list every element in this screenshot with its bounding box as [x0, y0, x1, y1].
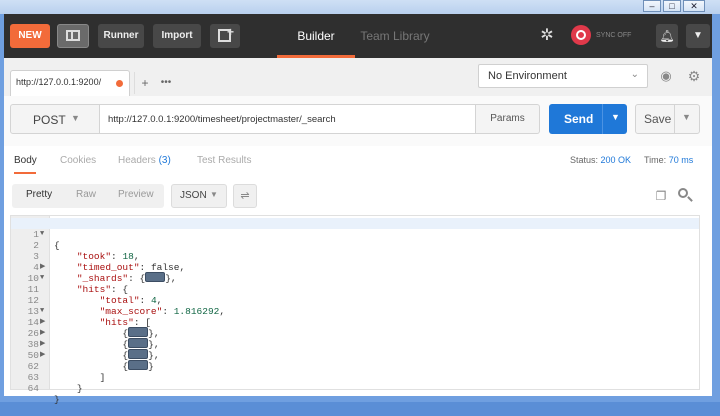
chevron-down-icon: ▼	[71, 113, 80, 123]
code-line: 13 ▼ "hits": [	[27, 306, 151, 328]
tab-body[interactable]: Body	[14, 155, 37, 166]
code-line: 62 ]	[27, 361, 106, 383]
add-tab-button[interactable]: +	[134, 72, 155, 94]
maximize-button[interactable]: □	[663, 0, 681, 12]
code-line: 1 ▼ {	[11, 218, 699, 251]
code-line: 38 ▶ {},	[27, 339, 160, 361]
save-options-chevron-icon[interactable]: ▼	[682, 112, 691, 122]
bell-icon[interactable]: 🔔︎	[656, 24, 678, 48]
tab-team-library[interactable]: Team Library	[355, 14, 435, 58]
url-input[interactable]	[100, 104, 476, 134]
code-line: 64 }	[27, 383, 60, 405]
code-line: 4 ▶ "_shards": {},	[33, 262, 177, 284]
status-value: 200 OK	[600, 155, 632, 165]
code-line: 26 ▶ {},	[27, 328, 160, 350]
app-header: NEW Runner Import + Builder Team Library…	[4, 14, 712, 58]
unsaved-dot-icon	[116, 80, 123, 87]
send-options-chevron-icon[interactable]: ▼	[611, 112, 620, 122]
chevron-down-icon: ▼	[210, 190, 218, 199]
copy-icon[interactable]: ❐	[652, 187, 670, 205]
view-raw[interactable]: Raw	[76, 189, 96, 200]
response-status: Status: 200 OK	[570, 155, 632, 165]
toggle-sidebar-button[interactable]	[57, 24, 89, 48]
window-titlebar	[0, 0, 720, 14]
params-button[interactable]: Params	[476, 104, 540, 134]
interceptor-icon[interactable]: ✲	[537, 26, 557, 46]
window-frame-bottom	[0, 396, 720, 402]
new-button[interactable]: NEW	[10, 24, 50, 48]
code-line: 12 "max_score": 1.816292,	[27, 295, 226, 317]
sync-icon[interactable]	[571, 25, 591, 45]
response-tabs: Body Cookies Headers (3) Test Results St…	[4, 146, 712, 176]
save-label: Save	[644, 112, 672, 126]
sync-status-label: SYNC OFF	[596, 32, 632, 39]
headers-count: (3)	[158, 155, 171, 166]
request-tab-title: http://127.0.0.1:9200/	[16, 77, 102, 87]
more-tabs-button[interactable]: •••	[154, 72, 178, 94]
method-label: POST	[33, 113, 66, 127]
view-preview[interactable]: Preview	[118, 189, 154, 200]
chevron-down-icon[interactable]: ▼	[686, 24, 710, 48]
code-line: 2 "took": 18,	[33, 240, 140, 262]
tab-test-results[interactable]: Test Results	[197, 155, 251, 166]
code-line: 14 ▶ {},	[27, 317, 160, 339]
request-tab[interactable]: http://127.0.0.1:9200/	[10, 70, 130, 96]
response-toolbar: Pretty Raw Preview JSON ▼ ⇌ ❐	[4, 176, 712, 214]
format-select[interactable]: JSON ▼	[171, 184, 227, 208]
time-value: 70 ms	[668, 155, 694, 165]
save-button[interactable]: Save ▼	[635, 104, 700, 134]
view-mode-group: Pretty Raw Preview	[12, 184, 164, 208]
code-line: 11 "total": 4,	[27, 284, 163, 306]
format-label: JSON	[180, 190, 207, 201]
eye-icon[interactable]: ◉	[654, 65, 678, 87]
gear-icon[interactable]: ⚙	[682, 65, 706, 87]
wrap-lines-icon[interactable]: ⇌	[233, 184, 257, 208]
code-line: 10 ▼ "hits": {	[27, 273, 129, 295]
request-tabs-bar: http://127.0.0.1:9200/ + ••• No Environm…	[4, 58, 712, 97]
sidebar-layout-icon	[66, 30, 80, 41]
code-line: 50 ▶ {}	[27, 350, 154, 372]
import-button[interactable]: Import	[153, 24, 201, 48]
chevron-down-icon: ⌄	[630, 69, 639, 80]
code-line: 3 "timed_out": false,	[33, 251, 186, 273]
main-panel: http://127.0.0.1:9200/ + ••• No Environm…	[4, 58, 712, 405]
environment-selected: No Environment	[488, 70, 567, 82]
minimize-button[interactable]: –	[643, 0, 661, 12]
environment-select[interactable]: No Environment ⌄	[478, 64, 648, 88]
new-window-button[interactable]: +	[210, 24, 240, 48]
response-time: Time: 70 ms	[644, 155, 694, 165]
method-select[interactable]: POST ▼	[10, 104, 100, 134]
tab-headers[interactable]: Headers (3)	[118, 155, 171, 166]
close-button[interactable]: ✕	[683, 0, 705, 12]
send-label: Send	[564, 112, 594, 126]
send-button[interactable]: Send ▼	[549, 104, 627, 134]
tab-cookies[interactable]: Cookies	[60, 155, 96, 166]
runner-button[interactable]: Runner	[98, 24, 144, 48]
window-frame-right	[712, 14, 720, 402]
request-url-bar: POST ▼ Params Send ▼ Save ▼	[4, 96, 712, 147]
code-line: 63 }	[27, 372, 83, 394]
view-pretty[interactable]: Pretty	[26, 189, 52, 200]
tab-builder[interactable]: Builder	[277, 14, 355, 58]
active-tab-indicator	[14, 172, 36, 174]
search-icon[interactable]	[676, 187, 694, 205]
response-body-editor[interactable]: 1 ▼ { 2 "took": 18, 3 "timed_out": false,…	[10, 215, 700, 405]
